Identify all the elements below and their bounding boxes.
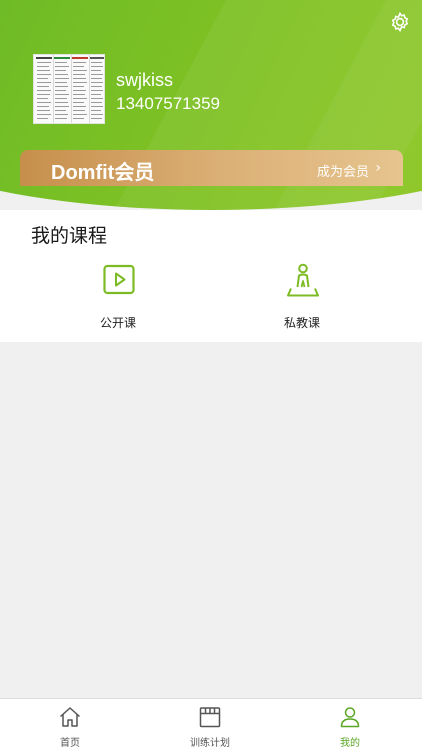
tab-mine[interactable]: 我的 <box>310 699 390 750</box>
public-course-button[interactable]: 公开课 <box>68 262 168 332</box>
profile-header: swjkiss 13407571359 Domfit会员 成为会员 › <box>0 0 422 210</box>
gear-icon[interactable] <box>388 10 412 34</box>
play-video-icon <box>103 264 135 295</box>
membership-title: Domfit会员 <box>51 162 155 184</box>
tab-training-plan[interactable]: 训练计划 <box>170 699 250 750</box>
calendar-icon <box>199 707 221 728</box>
username: swjkiss <box>116 70 173 90</box>
tab-home[interactable]: 首页 <box>30 699 110 750</box>
membership-banner[interactable]: Domfit会员 成为会员 › <box>20 150 403 186</box>
tab-mine-label: 我的 <box>340 738 360 749</box>
tab-training-plan-label: 训练计划 <box>190 738 230 749</box>
personal-trainer-icon <box>287 263 319 297</box>
bottom-tab-bar: 首页 训练计划 我的 <box>0 698 422 750</box>
public-course-label: 公开课 <box>99 316 136 330</box>
tab-home-label: 首页 <box>60 738 80 749</box>
private-course-button[interactable]: 私教课 <box>252 262 352 332</box>
private-course-label: 私教课 <box>283 316 320 330</box>
phone-number: 13407571359 <box>116 94 221 113</box>
avatar[interactable] <box>33 54 105 124</box>
section-title: 我的课程 <box>31 225 108 247</box>
avatar-image <box>34 55 104 123</box>
user-icon <box>340 707 360 728</box>
home-icon <box>59 707 81 727</box>
become-member-link[interactable]: 成为会员 <box>317 161 369 180</box>
my-courses-section: 我的课程 公开课 私教课 <box>0 210 422 342</box>
chevron-right-icon: › <box>375 160 381 176</box>
